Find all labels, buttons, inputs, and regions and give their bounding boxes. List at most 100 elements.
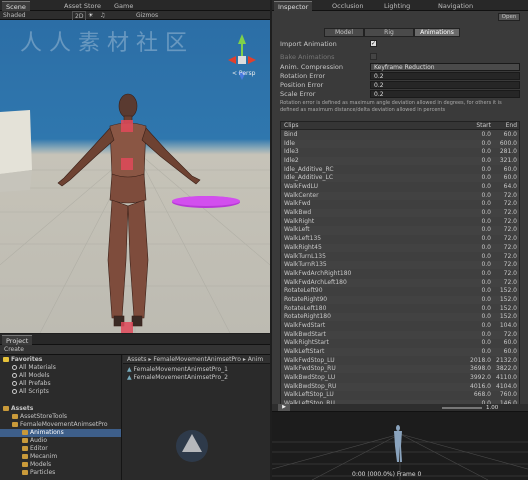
clip-row[interactable]: WalkFwdLU 0.0 64.0 [281,183,519,191]
breadcrumb: Assets ▸ FemaleMovementAnimsetPro ▸ Anim [123,355,270,364]
clip-row[interactable]: WalkFwdArchRight180 0.0 72.0 [281,270,519,278]
clip-row[interactable]: WalkFwdStop_LU 2018.0 2132.0 [281,357,519,365]
tab-occlusion[interactable]: Occlusion [328,1,367,11]
column-start: Start [476,122,491,129]
clip-start: 0.0 [481,217,491,225]
clip-name: Idle2 [284,157,299,165]
tab-scene[interactable]: Scene [2,1,30,11]
open-button[interactable]: Open [498,13,520,21]
clip-row[interactable]: WalkLeftStop_LU 668.0 760.0 [281,391,519,399]
subtab-rig[interactable]: Rig [364,28,414,37]
tree-folder[interactable]: Particles [22,469,55,477]
tree-folder[interactable]: Models [22,461,51,469]
tree-folder[interactable]: AssetStoreTools [12,413,67,421]
tab-game[interactable]: Game [110,1,137,11]
clip-row[interactable]: WalkBwdStop_RU 4016.0 4104.0 [281,382,519,391]
gizmos-dropdown[interactable]: Gizmos [136,11,158,20]
tab-asset-store[interactable]: Asset Store [60,1,105,11]
clip-start: 0.0 [481,348,491,355]
rotation-error-field[interactable]: 0.2 [370,72,520,80]
folder-icon [3,406,9,411]
tab-inspector[interactable]: Inspector [274,1,313,11]
clip-name: WalkBwdStop_RU [284,382,337,390]
subtab-animations[interactable]: Animations [414,28,460,37]
clip-row[interactable]: RotateLeft180 0.0 152.0 [281,305,519,313]
tree-folder[interactable]: Audio [22,437,47,445]
clip-row[interactable]: Idle3 0.0 281.0 [281,148,519,156]
audio-toggle-icon[interactable]: ♫ [100,11,105,20]
tab-navigation[interactable]: Navigation [434,1,477,11]
clip-row[interactable]: Idle_Additive_RC 0.0 60.0 [281,166,519,174]
scene-viewport[interactable]: 人 人 素 材 社 区 < Persp [0,20,270,333]
clip-end: 760.0 [499,391,517,399]
clip-end: 60.0 [503,339,517,347]
clip-start: 0.0 [481,287,491,295]
favorite-item[interactable]: All Prefabs [12,380,51,388]
clip-start: 0.0 [481,235,491,243]
clip-row[interactable]: WalkRightStart 0.0 60.0 [281,339,519,347]
clip-row[interactable]: WalkRight 0.0 72.0 [281,217,519,226]
create-button[interactable]: Create [4,346,24,354]
favorites-header[interactable]: Favorites [3,356,42,364]
file-item[interactable]: ▲ FemaleMovementAnimsetPro_2 [127,374,228,382]
clip-name: WalkBwdStop_LU [284,374,336,382]
tab-project[interactable]: Project [2,335,33,345]
clip-row[interactable]: WalkRight45 0.0 72.0 [281,243,519,252]
clip-row[interactable]: WalkCenter 0.0 72.0 [281,191,519,200]
clip-end: 4104.0 [496,382,517,390]
scale-error-field[interactable]: 0.2 [370,90,520,98]
tree-folder[interactable]: Mecanim [22,453,57,461]
clip-row[interactable]: Bind 0.0 60.0 [281,131,519,139]
clip-start: 0.0 [481,295,491,303]
clip-start: 0.0 [481,261,491,269]
clips-table: Clips Start End Bind 0.0 60.0 Idle 0.0 600.0 I… [280,121,520,410]
file-item[interactable]: ▲ FemaleMovementAnimsetPro_1 [127,366,228,374]
clip-row[interactable]: RotateRight180 0.0 152.0 [281,313,519,322]
clip-name: WalkLeft [284,226,310,234]
bake-animations-checkbox[interactable] [370,53,377,60]
position-error-field[interactable]: 0.2 [370,81,520,89]
clip-row[interactable]: RotateRight90 0.0 152.0 [281,295,519,304]
search-icon [12,373,17,378]
clip-row[interactable]: WalkBwdStop_LU 3992.0 4110.0 [281,374,519,382]
favorite-item[interactable]: All Models [12,372,50,380]
clip-row[interactable]: Idle2 0.0 321.0 [281,157,519,166]
tree-folder-selected[interactable]: Animations [0,429,121,437]
tree-folder[interactable]: FemaleMovementAnimsetPro [12,421,108,429]
breadcrumb-path[interactable]: Assets ▸ FemaleMovementAnimsetPro ▸ Anim [127,356,263,363]
persp-label[interactable]: < Persp [232,70,255,77]
import-animation-checkbox[interactable]: ✓ [370,40,377,47]
clip-row[interactable]: Idle_Additive_LC 0.0 60.0 [281,174,519,183]
clip-row[interactable]: WalkFwdStop_RU 3698.0 3822.0 [281,365,519,374]
clip-row[interactable]: WalkBwd 0.0 72.0 [281,209,519,218]
speed-slider[interactable] [442,407,482,409]
clip-name: WalkFwdStop_RU [284,365,336,373]
clip-row[interactable]: WalkBwdStart 0.0 72.0 [281,330,519,339]
subtab-model[interactable]: Model [324,28,364,37]
clip-start: 0.0 [481,313,491,321]
clip-row[interactable]: WalkTurnL135 0.0 72.0 [281,253,519,261]
clip-row[interactable]: RotateLeft90 0.0 152.0 [281,287,519,295]
play-button[interactable]: ▶ [278,404,290,411]
project-toolbar: Create [0,345,270,355]
clip-row[interactable]: WalkLeftStart 0.0 60.0 [281,348,519,357]
favorite-item[interactable]: All Materials [12,364,56,372]
favorite-item[interactable]: All Scripts [12,388,49,396]
clip-row[interactable]: WalkFwdArchLeft180 0.0 72.0 [281,278,519,287]
clip-row[interactable]: WalkLeft135 0.0 72.0 [281,235,519,243]
clip-end: 72.0 [503,243,517,251]
clip-row[interactable]: WalkFwdStart 0.0 104.0 [281,322,519,330]
assets-header[interactable]: Assets [3,405,33,413]
column-clips: Clips [284,122,299,129]
clip-row[interactable]: WalkLeft 0.0 72.0 [281,226,519,235]
shading-dropdown[interactable]: Shaded [3,11,26,20]
tree-folder[interactable]: Editor [22,445,48,453]
folder-icon [22,438,28,443]
clip-start: 4016.0 [470,382,491,390]
anim-compression-dropdown[interactable]: Keyframe Reduction [370,63,520,71]
clip-row[interactable]: WalkTurnR135 0.0 72.0 [281,261,519,270]
clip-row[interactable]: WalkFwd 0.0 72.0 [281,200,519,208]
tab-lighting[interactable]: Lighting [380,1,414,11]
clip-row[interactable]: Idle 0.0 600.0 [281,139,519,148]
lighting-toggle-icon[interactable]: ☀ [88,11,93,20]
